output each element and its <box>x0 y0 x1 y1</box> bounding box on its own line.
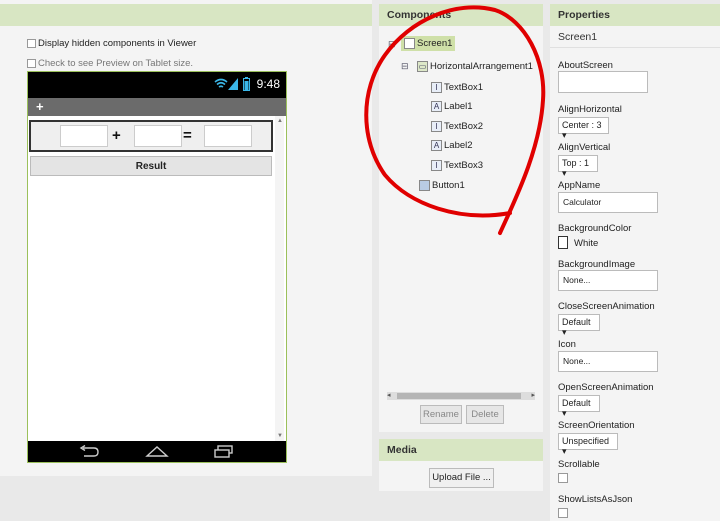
media-header: Media <box>379 439 543 461</box>
display-hidden-checkbox[interactable] <box>27 39 36 48</box>
tree-node-textbox2[interactable]: I TextBox2 <box>431 121 483 132</box>
button-icon <box>419 180 430 191</box>
screen-body: + = Result ▲ ▼ <box>28 116 286 441</box>
components-hscrollbar[interactable]: ◂ ▸ <box>387 392 535 400</box>
background-image-label: BackgroundImage <box>558 259 636 270</box>
status-bar: 9:48 <box>28 72 286 98</box>
tree-label-textbox3: TextBox3 <box>444 160 484 171</box>
tree-label-label2: Label2 <box>444 140 473 151</box>
scroll-up-icon[interactable]: ▲ <box>277 118 283 124</box>
scrollable-label: Scrollable <box>558 459 600 470</box>
collapse-icon[interactable]: ⊟ <box>388 39 396 50</box>
scroll-left-icon[interactable]: ◂ <box>387 391 391 399</box>
wifi-icon <box>214 78 228 88</box>
scroll-right-icon[interactable]: ▸ <box>531 391 535 399</box>
open-screen-animation-label: OpenScreenAnimation <box>558 382 654 393</box>
media-panel: Media Upload File ... <box>379 439 543 491</box>
properties-header: Properties <box>550 4 720 26</box>
horizontal-arrangement[interactable]: + = <box>29 120 273 152</box>
battery-icon <box>243 77 250 91</box>
align-horizontal-dropdown[interactable]: Center : 3 ▾ <box>558 117 609 140</box>
recent-apps-icon[interactable] <box>213 445 235 458</box>
background-color-swatch[interactable] <box>558 236 568 249</box>
screen-icon <box>404 38 415 49</box>
tree-node-horizontalarrangement1[interactable]: ▭ HorizontalArrangement1 <box>417 61 533 72</box>
textbox2-preview[interactable] <box>134 125 182 147</box>
align-horizontal-label: AlignHorizontal <box>558 104 622 115</box>
tree-label-horizontalarrangement1: HorizontalArrangement1 <box>430 61 533 72</box>
tree-node-label2[interactable]: A Label2 <box>431 140 473 151</box>
tree-label-textbox2: TextBox2 <box>444 121 484 132</box>
tree-node-button1[interactable]: Button1 <box>419 180 465 191</box>
label-icon: A <box>431 101 442 112</box>
properties-panel: Properties Screen1 AboutScreen AlignHori… <box>550 4 720 521</box>
icon-picker[interactable]: None... <box>558 351 658 372</box>
collapse-icon[interactable]: ⊟ <box>401 61 409 72</box>
show-lists-as-json-checkbox[interactable] <box>558 508 568 518</box>
tree-label-label1: Label1 <box>444 101 473 112</box>
upload-file-button[interactable]: Upload File ... <box>429 468 494 488</box>
background-color-value[interactable]: White <box>574 238 598 249</box>
delete-button[interactable]: Delete <box>466 405 504 424</box>
arrangement-icon: ▭ <box>417 61 428 72</box>
textbox-icon: I <box>431 121 442 132</box>
label-icon: A <box>431 140 442 151</box>
plus-label-preview: + <box>112 127 121 144</box>
show-lists-as-json-label: ShowListsAsJson <box>558 494 633 505</box>
tree-node-screen1[interactable]: Screen1 <box>401 36 456 51</box>
tree-label-button1: Button1 <box>432 180 465 191</box>
textbox-icon: I <box>431 82 442 93</box>
background-color-label: BackgroundColor <box>558 223 632 234</box>
app-name-input[interactable]: Calculator <box>558 192 658 213</box>
nav-bar <box>28 441 286 462</box>
viewer-header <box>0 4 372 26</box>
equals-label-preview: = <box>183 127 192 144</box>
phone-preview: 9:48 + + = Result ▲ ▼ <box>27 71 287 463</box>
tree-label-textbox1: TextBox1 <box>444 82 484 93</box>
viewer-panel: Display hidden components in Viewer Chec… <box>0 0 372 476</box>
tablet-preview-label: Check to see Preview on Tablet size. <box>38 58 194 69</box>
tree-label-screen1: Screen1 <box>417 38 453 49</box>
scroll-down-icon[interactable]: ▼ <box>277 433 283 439</box>
textbox-icon: I <box>431 160 442 171</box>
app-title-bar: + <box>28 98 286 116</box>
scrollable-checkbox[interactable] <box>558 473 568 483</box>
result-button-preview[interactable]: Result <box>30 156 272 176</box>
icon-label: Icon <box>558 339 576 350</box>
close-screen-animation-label: CloseScreenAnimation <box>558 301 655 312</box>
tablet-preview-checkbox[interactable] <box>27 59 36 68</box>
display-hidden-row[interactable]: Display hidden components in Viewer <box>27 38 196 49</box>
about-screen-textarea[interactable] <box>558 71 648 93</box>
app-title-symbol: + <box>36 99 44 114</box>
scroll-thumb[interactable] <box>397 393 521 399</box>
components-header: Components <box>379 4 543 26</box>
app-name-label: AppName <box>558 180 601 191</box>
align-vertical-dropdown[interactable]: Top : 1 ▾ <box>558 155 598 178</box>
tree-node-textbox3[interactable]: I TextBox3 <box>431 160 483 171</box>
textbox1-preview[interactable] <box>60 125 108 147</box>
tree-node-textbox1[interactable]: I TextBox1 <box>431 82 483 93</box>
rename-button[interactable]: Rename <box>420 405 462 424</box>
open-screen-animation-dropdown[interactable]: Default ▾ <box>558 395 600 418</box>
close-screen-animation-dropdown[interactable]: Default ▾ <box>558 314 600 337</box>
screen-orientation-label: ScreenOrientation <box>558 420 635 431</box>
signal-icon <box>228 78 238 90</box>
tree-node-label1[interactable]: A Label1 <box>431 101 473 112</box>
about-screen-label: AboutScreen <box>558 60 613 71</box>
back-icon[interactable] <box>78 445 100 458</box>
tablet-preview-row[interactable]: Check to see Preview on Tablet size. <box>27 58 193 69</box>
home-icon[interactable] <box>145 445 169 458</box>
background-image-picker[interactable]: None... <box>558 270 658 291</box>
selected-component-name: Screen1 <box>550 26 720 48</box>
viewer-scrollbar[interactable]: ▲ ▼ <box>275 116 284 441</box>
display-hidden-label: Display hidden components in Viewer <box>38 38 197 49</box>
align-vertical-label: AlignVertical <box>558 142 611 153</box>
components-panel: Components ⊟ Screen1 ⊟ ▭ HorizontalArran… <box>379 4 543 432</box>
screen-orientation-dropdown[interactable]: Unspecified ▾ <box>558 433 618 456</box>
clock: 9:48 <box>256 77 280 91</box>
textbox3-preview[interactable] <box>204 125 252 147</box>
